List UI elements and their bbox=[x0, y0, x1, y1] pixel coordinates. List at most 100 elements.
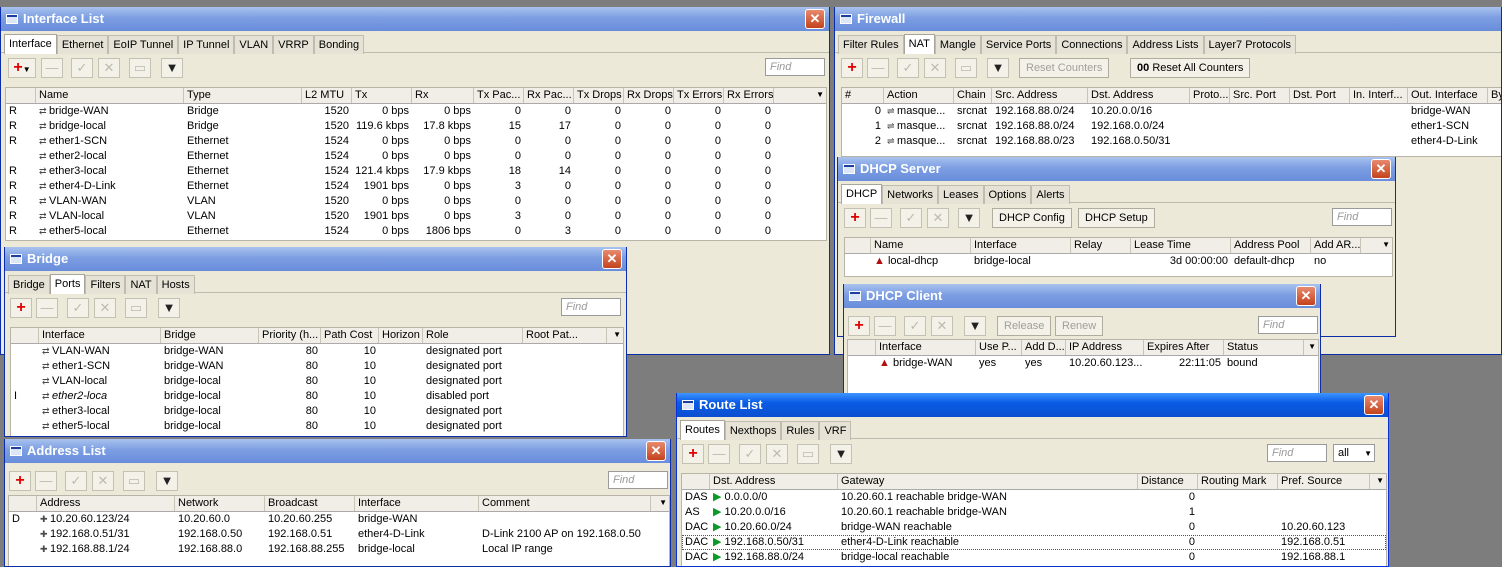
col-chain[interactable]: Chain bbox=[954, 88, 992, 103]
tab-filters[interactable]: Filters bbox=[85, 275, 126, 294]
address-list-titlebar[interactable]: Address List ✕ bbox=[5, 439, 670, 463]
col-name[interactable]: Name bbox=[871, 238, 971, 253]
remove-button[interactable]: — bbox=[870, 208, 892, 228]
enable-button[interactable]: ✓ bbox=[71, 58, 93, 78]
col-add-default-route[interactable]: Add D... bbox=[1022, 340, 1066, 355]
col-bridge[interactable]: Bridge bbox=[161, 328, 259, 343]
tab-service-ports[interactable]: Service Ports bbox=[980, 35, 1057, 54]
col-distance[interactable]: Distance bbox=[1138, 474, 1198, 489]
close-button[interactable]: ✕ bbox=[646, 441, 666, 461]
tab-connections[interactable]: Connections bbox=[1056, 35, 1128, 54]
columns-dropdown-icon[interactable]: ▼ bbox=[1382, 240, 1390, 249]
reset-all-counters-button[interactable]: 00 Reset All Counters bbox=[1130, 58, 1251, 78]
tab-bonding[interactable]: Bonding bbox=[313, 35, 365, 54]
col-routing-mark[interactable]: Routing Mark bbox=[1198, 474, 1278, 489]
dhcp-server-titlebar[interactable]: DHCP Server ✕ bbox=[838, 157, 1395, 181]
tab-layer7-protocols[interactable]: Layer7 Protocols bbox=[1203, 35, 1297, 54]
table-row[interactable]: D ✚ 10.20.60.123/24 10.20.60.0 10.20.60.255… bbox=[9, 512, 669, 527]
table-row[interactable]: 1 ⇌ masque... srcnat 192.168.88.0/24 192.168… bbox=[842, 119, 1501, 134]
col-tx[interactable]: Tx bbox=[352, 88, 412, 103]
disable-button[interactable]: ✕ bbox=[766, 444, 788, 464]
tab-filter-rules[interactable]: Filter Rules bbox=[838, 35, 904, 54]
table-row[interactable]: ✚ 192.168.0.51/31 192.168.0.50 192.168.0.5… bbox=[9, 527, 669, 542]
table-row[interactable]: R ⇄ bridge-WAN Bridge 1520 0 bps 0 bps 0 0 0 0 0 0 bbox=[6, 104, 826, 119]
table-row[interactable]: R ⇄ VLAN-WAN VLAN 1520 0 bps 0 bps 0 0 0 0 0 0 bbox=[6, 194, 826, 209]
remove-button[interactable]: — bbox=[874, 316, 896, 336]
add-button[interactable]: + bbox=[10, 298, 32, 318]
col-interface[interactable]: Interface bbox=[39, 328, 161, 343]
close-button[interactable]: ✕ bbox=[602, 249, 622, 269]
col-address[interactable]: Address bbox=[37, 496, 175, 511]
col-comment[interactable]: Comment bbox=[479, 496, 651, 511]
tab-dhcp[interactable]: DHCP bbox=[841, 184, 883, 204]
comment-button[interactable]: ▭ bbox=[123, 471, 145, 491]
tab-options[interactable]: Options bbox=[983, 185, 1032, 204]
col-dst-address[interactable]: Dst. Address bbox=[710, 474, 838, 489]
find-input[interactable]: Find bbox=[1258, 316, 1318, 334]
find-input[interactable]: Find bbox=[608, 471, 668, 489]
col-number[interactable]: # bbox=[842, 88, 884, 103]
tab-leases[interactable]: Leases bbox=[938, 185, 984, 204]
remove-button[interactable]: — bbox=[35, 471, 57, 491]
tab-hosts[interactable]: Hosts bbox=[156, 275, 195, 294]
filter-button[interactable]: ▼ bbox=[156, 471, 178, 491]
columns-dropdown-icon[interactable]: ▼ bbox=[1308, 342, 1316, 351]
col-in-interface[interactable]: In. Interf... bbox=[1350, 88, 1408, 103]
col-broadcast[interactable]: Broadcast bbox=[265, 496, 355, 511]
comment-button[interactable]: ▭ bbox=[797, 444, 819, 464]
find-input[interactable]: Find bbox=[1332, 208, 1392, 226]
columns-dropdown-icon[interactable]: ▼ bbox=[613, 330, 621, 339]
tab-vrf[interactable]: VRF bbox=[819, 421, 852, 440]
dhcp-config-button[interactable]: DHCP Config bbox=[992, 208, 1072, 228]
tab-mangle[interactable]: Mangle bbox=[934, 35, 981, 54]
col-priority[interactable]: Priority (h... bbox=[259, 328, 321, 343]
col-dst-address[interactable]: Dst. Address bbox=[1088, 88, 1190, 103]
tab-ip-tunnel[interactable]: IP Tunnel bbox=[178, 35, 235, 54]
col-bytes[interactable]: By bbox=[1488, 88, 1501, 103]
table-row[interactable]: DAC ▶ 192.168.0.50/31 ether4-D-Link reacha… bbox=[682, 535, 1386, 550]
table-row[interactable]: 2 ⇌ masque... srcnat 192.168.88.0/23 192.168… bbox=[842, 134, 1501, 149]
enable-button[interactable]: ✓ bbox=[904, 316, 926, 336]
col-gateway[interactable]: Gateway bbox=[838, 474, 1138, 489]
filter-button[interactable]: ▼ bbox=[158, 298, 180, 318]
col-network[interactable]: Network bbox=[175, 496, 265, 511]
table-row[interactable]: I ⇄ ether2-loca bridge-local 80 10 disabled p… bbox=[11, 389, 623, 404]
remove-button[interactable]: — bbox=[41, 58, 63, 78]
add-button[interactable]: + bbox=[841, 58, 863, 78]
table-row[interactable]: DAC ▶ 10.20.60.0/24 bridge-WAN reachable 0 1… bbox=[682, 520, 1386, 535]
disable-button[interactable]: ✕ bbox=[927, 208, 949, 228]
tab-nat[interactable]: NAT bbox=[125, 275, 157, 294]
col-relay[interactable]: Relay bbox=[1071, 238, 1131, 253]
disable-button[interactable]: ✕ bbox=[92, 471, 114, 491]
enable-button[interactable]: ✓ bbox=[897, 58, 919, 78]
col-name[interactable]: Name bbox=[36, 88, 184, 103]
col-rx-errors[interactable]: Rx Errors bbox=[724, 88, 774, 103]
close-button[interactable]: ✕ bbox=[1364, 395, 1384, 415]
tab-routes[interactable]: Routes bbox=[680, 420, 725, 440]
tab-ethernet[interactable]: Ethernet bbox=[56, 35, 109, 54]
col-rx-drops[interactable]: Rx Drops bbox=[624, 88, 674, 103]
table-row[interactable]: R ⇄ VLAN-local VLAN 1520 1901 bps 0 bps 3 0 0 0 0 0 bbox=[6, 209, 826, 224]
col-use-peer-dns[interactable]: Use P... bbox=[976, 340, 1022, 355]
dhcp-setup-button[interactable]: DHCP Setup bbox=[1078, 208, 1155, 228]
tab-vrrp[interactable]: VRRP bbox=[273, 35, 314, 54]
tab-address-lists[interactable]: Address Lists bbox=[1127, 35, 1204, 54]
tab-rules[interactable]: Rules bbox=[781, 421, 820, 440]
filter-button[interactable]: ▼ bbox=[830, 444, 852, 464]
add-button[interactable]: + bbox=[682, 444, 704, 464]
add-button[interactable]: + bbox=[848, 316, 870, 336]
col-out-interface[interactable]: Out. Interface bbox=[1408, 88, 1488, 103]
disable-button[interactable]: ✕ bbox=[931, 316, 953, 336]
table-row[interactable]: DAC ▶ 192.168.88.0/24 bridge-local reachab… bbox=[682, 550, 1386, 565]
table-row[interactable]: R ⇄ bridge-local Bridge 1520 119.6 kbps 17.8 … bbox=[6, 119, 826, 134]
col-tx-packets[interactable]: Tx Pac... bbox=[474, 88, 524, 103]
table-row[interactable]: ⇄ VLAN-local bridge-local 80 10 designated p… bbox=[11, 374, 623, 389]
find-input[interactable]: Find bbox=[1267, 444, 1327, 462]
routing-filter-select[interactable]: all ▼ bbox=[1333, 444, 1375, 462]
table-row[interactable]: 0 ⇌ masque... srcnat 192.168.88.0/24 10.20.0… bbox=[842, 104, 1501, 119]
filter-button[interactable]: ▼ bbox=[958, 208, 980, 228]
close-button[interactable]: ✕ bbox=[1296, 286, 1316, 306]
remove-button[interactable]: — bbox=[36, 298, 58, 318]
enable-button[interactable]: ✓ bbox=[67, 298, 89, 318]
col-status[interactable]: Status bbox=[1224, 340, 1304, 355]
